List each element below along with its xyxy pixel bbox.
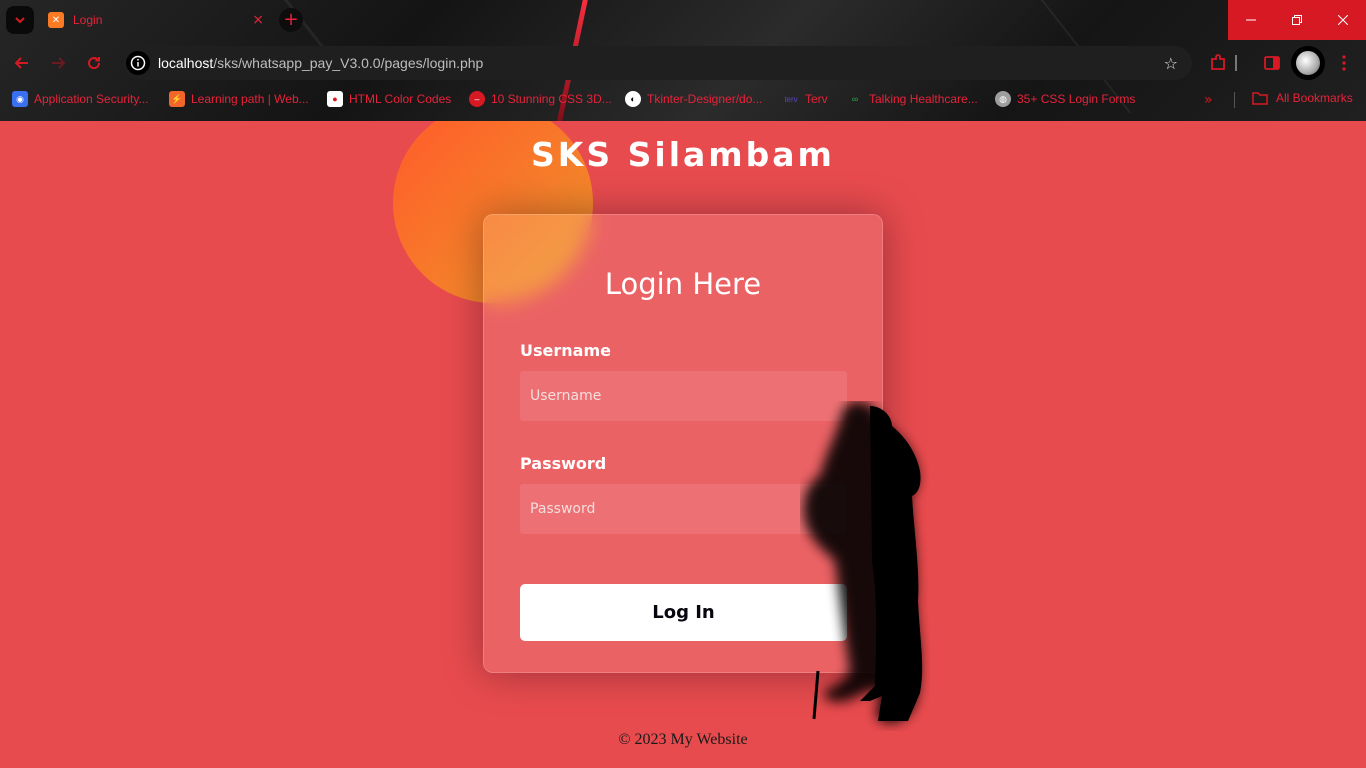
page-footer: © 2023 My Website bbox=[618, 731, 748, 748]
avatar-image bbox=[1296, 51, 1320, 75]
close-icon[interactable]: × bbox=[252, 12, 264, 28]
username-input[interactable] bbox=[520, 371, 847, 421]
address-bar[interactable]: localhost/sks/whatsapp_pay_V3.0.0/pages/… bbox=[122, 46, 1192, 80]
tab-search-button[interactable] bbox=[6, 6, 34, 34]
bookmark-item[interactable]: ◐ Tkinter-Designer/do... bbox=[625, 91, 762, 107]
bookmark-item[interactable]: ◍ 35+ CSS Login Forms bbox=[995, 91, 1135, 107]
back-button[interactable] bbox=[10, 51, 34, 75]
restore-button[interactable] bbox=[1274, 0, 1320, 40]
login-button[interactable]: Log In bbox=[520, 584, 847, 641]
side-panel-button[interactable] bbox=[1261, 52, 1283, 74]
reload-icon bbox=[88, 57, 101, 70]
xampp-icon: ✕ bbox=[48, 12, 64, 28]
bookmark-item[interactable]: ∞ Talking Healthcare... bbox=[847, 91, 978, 107]
profile-avatar[interactable] bbox=[1291, 46, 1325, 80]
tab-login[interactable]: ✕ Login × bbox=[40, 4, 272, 36]
bookmark-label: Terv bbox=[805, 92, 828, 106]
tab-strip: ✕ Login × + bbox=[0, 0, 1366, 40]
bookmark-favicon-icon: ⚡ bbox=[169, 91, 185, 107]
bookmark-label: 10 Stunning CSS 3D... bbox=[491, 92, 612, 106]
bookmark-favicon-icon: ◉ bbox=[12, 91, 28, 107]
form-title: Login Here bbox=[604, 267, 762, 301]
bookmark-favicon-icon: – bbox=[469, 91, 485, 107]
all-bookmarks-button[interactable]: All Bookmarks bbox=[1252, 91, 1353, 105]
toolbar-divider bbox=[1234, 52, 1238, 74]
chevron-down-icon bbox=[15, 17, 25, 24]
bookmark-label: Tkinter-Designer/do... bbox=[647, 92, 763, 106]
close-window-button[interactable] bbox=[1320, 0, 1366, 40]
all-bookmarks-label: All Bookmarks bbox=[1276, 91, 1353, 105]
minimize-icon bbox=[1246, 19, 1256, 21]
site-info-button[interactable] bbox=[126, 51, 150, 75]
new-tab-button[interactable]: + bbox=[279, 8, 303, 32]
bookmark-item[interactable]: ◉ Application Security... bbox=[12, 91, 149, 107]
url-path: /sks/whatsapp_pay_V3.0.0/pages/login.php bbox=[213, 55, 484, 71]
bookmark-favicon-icon: ● bbox=[327, 91, 343, 107]
password-input[interactable] bbox=[520, 484, 847, 534]
bookmark-label: Learning path | Web... bbox=[191, 92, 309, 106]
forward-button[interactable] bbox=[46, 51, 70, 75]
info-icon bbox=[130, 55, 146, 71]
side-panel-icon bbox=[1264, 56, 1280, 70]
arrow-right-icon bbox=[52, 57, 65, 69]
bookmarks-divider bbox=[1234, 92, 1235, 108]
more-vertical-icon bbox=[1342, 55, 1346, 71]
password-label: Password bbox=[520, 454, 607, 473]
browser-chrome: ✕ Login × + localhost/sks/whatsapp_pay_V… bbox=[0, 0, 1366, 121]
window-controls bbox=[1228, 0, 1366, 40]
puzzle-icon bbox=[1211, 54, 1225, 70]
tab-title: Login bbox=[73, 13, 103, 27]
url-text: localhost/sks/whatsapp_pay_V3.0.0/pages/… bbox=[158, 55, 483, 71]
arrow-left-icon bbox=[15, 57, 28, 69]
bookmark-item[interactable]: terv Terv bbox=[783, 91, 828, 107]
extensions-button[interactable] bbox=[1207, 52, 1229, 74]
minimize-button[interactable] bbox=[1228, 0, 1274, 40]
chevron-double-right-icon[interactable]: » bbox=[1204, 92, 1213, 108]
login-page: SKS Silambam Login Here Username Passwor… bbox=[0, 121, 1366, 768]
globe-icon: ◍ bbox=[995, 91, 1011, 107]
toolbar: localhost/sks/whatsapp_pay_V3.0.0/pages/… bbox=[0, 40, 1366, 86]
bookmark-item[interactable]: ● HTML Color Codes bbox=[327, 91, 451, 107]
folder-icon bbox=[1252, 92, 1268, 105]
bookmark-item[interactable]: – 10 Stunning CSS 3D... bbox=[469, 91, 612, 107]
restore-icon bbox=[1292, 15, 1302, 25]
bookmark-star-icon[interactable]: ☆ bbox=[1164, 54, 1178, 73]
username-label: Username bbox=[520, 341, 611, 360]
url-host: localhost bbox=[158, 55, 214, 71]
menu-button[interactable] bbox=[1333, 52, 1355, 74]
site-brand: SKS Silambam bbox=[531, 135, 835, 174]
bookmark-label: HTML Color Codes bbox=[349, 92, 452, 106]
bookmark-label: Application Security... bbox=[34, 92, 149, 106]
bookmarks-bar: ◉ Application Security... ⚡ Learning pat… bbox=[0, 86, 1366, 114]
bookmark-item[interactable]: ⚡ Learning path | Web... bbox=[169, 91, 309, 107]
warrior-silhouette-image bbox=[803, 401, 923, 724]
bookmark-label: Talking Healthcare... bbox=[869, 92, 978, 106]
github-icon: ◐ bbox=[625, 91, 641, 107]
close-icon bbox=[1338, 15, 1348, 25]
bookmark-label: 35+ CSS Login Forms bbox=[1017, 92, 1136, 106]
bookmark-favicon-icon: terv bbox=[784, 94, 798, 104]
reload-button[interactable] bbox=[82, 51, 106, 75]
bookmark-favicon-icon: ∞ bbox=[851, 94, 859, 104]
